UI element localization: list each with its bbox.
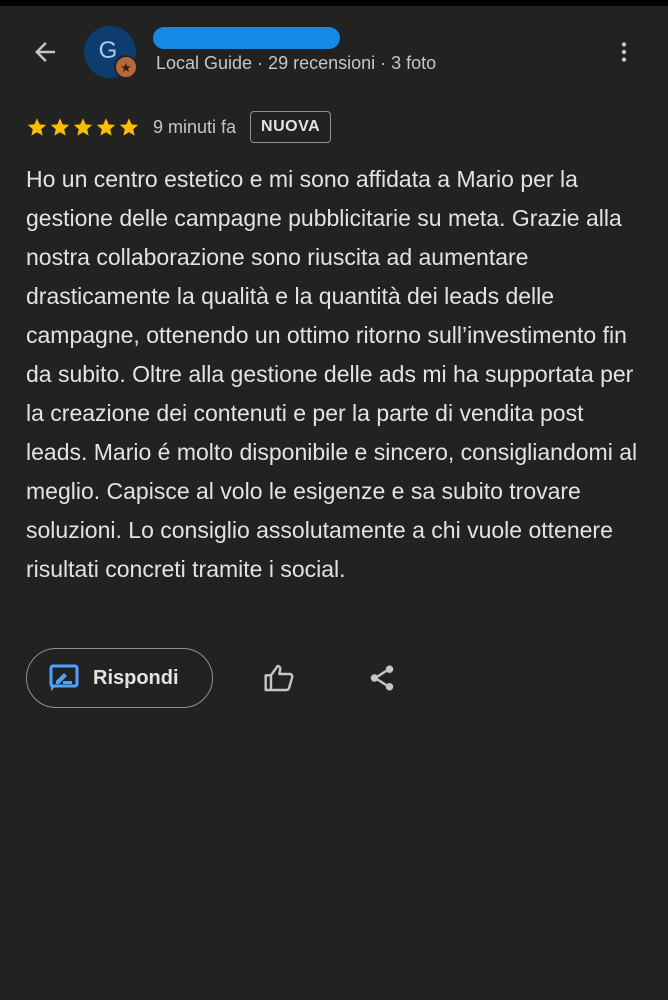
star-icon <box>73 118 93 136</box>
arrow-left-icon <box>35 42 55 62</box>
share-icon <box>370 665 394 691</box>
back-button[interactable] <box>22 32 68 72</box>
star-icon <box>27 118 47 136</box>
more-vert-icon <box>621 42 627 62</box>
thumb-up-icon <box>264 664 294 692</box>
status-bar-strip <box>0 0 668 6</box>
star-icon <box>119 118 139 136</box>
review-time: 9 minuti fa <box>153 116 237 137</box>
reviewer-meta: Local Guide · 29 recensioni · 3 foto <box>156 53 437 73</box>
reply-label: Rispondi <box>93 666 179 689</box>
reply-button[interactable]: Rispondi <box>26 648 213 708</box>
star-icon <box>96 118 116 136</box>
local-guide-star-icon: ★ <box>114 55 138 79</box>
star-icon <box>50 118 70 136</box>
review-text: Ho un centro estetico e mi sono affidata… <box>26 166 638 582</box>
rating-row: 9 minuti fa NUOVA <box>26 111 332 143</box>
share-button[interactable] <box>362 658 402 698</box>
more-options-button[interactable] <box>604 32 644 72</box>
reviewer-name-redacted[interactable] <box>153 27 340 49</box>
rate-review-icon <box>49 664 79 691</box>
like-button[interactable] <box>259 658 299 698</box>
star-rating <box>26 116 140 138</box>
new-badge: NUOVA <box>250 111 332 143</box>
